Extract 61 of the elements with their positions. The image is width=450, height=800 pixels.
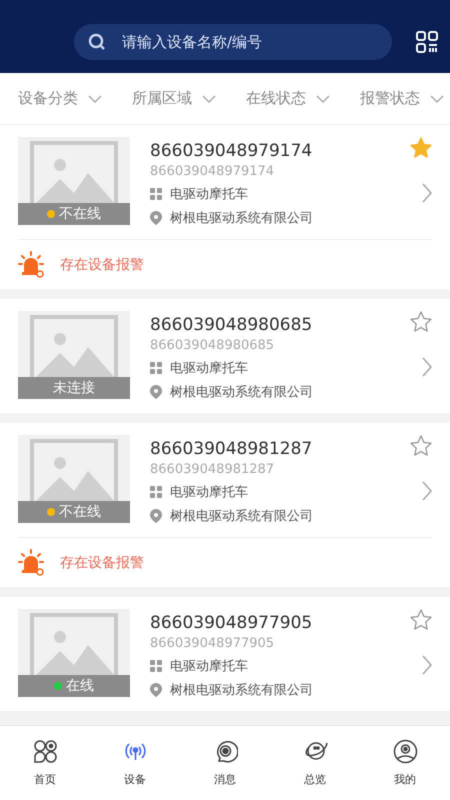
caret-icon (202, 94, 216, 102)
device-card[interactable]: 不在线 866039048979174 866039048979174 电驱动摩托车 树根电驱动系统有限公司 存在设备报警 (0, 125, 450, 289)
category-icon (150, 486, 162, 498)
status-text: 未连接 (53, 379, 95, 397)
device-code: 866039048977905 (150, 636, 274, 651)
location-pin-icon (150, 385, 162, 399)
device-name: 866039048980685 (150, 315, 312, 335)
device-code: 866039048980685 (150, 338, 274, 353)
qr-code-icon[interactable] (416, 30, 438, 52)
filter-dropdown[interactable]: 在线状态 (246, 89, 330, 108)
caret-icon (430, 94, 444, 102)
nav-tab[interactable]: 我的 (360, 726, 450, 800)
nav-tab[interactable]: 设备 (90, 726, 180, 800)
nav-tab[interactable]: 总览 (270, 726, 360, 800)
company-name: 树根电驱动系统有限公司 (170, 508, 313, 525)
status-text: 不在线 (59, 503, 101, 521)
category-icon (150, 362, 162, 374)
company-name: 树根电驱动系统有限公司 (170, 682, 313, 699)
star-icon[interactable] (410, 609, 432, 630)
category-icon (150, 188, 162, 200)
device-code: 866039048981287 (150, 462, 274, 477)
filter-dropdown[interactable]: 设备分类 (18, 89, 102, 108)
device-code: 866039048979174 (150, 164, 274, 179)
chevron-right-icon (422, 183, 432, 203)
device-type: 电驱动摩托车 (170, 360, 248, 377)
company-name: 树根电驱动系统有限公司 (170, 384, 313, 401)
filter-dropdown[interactable]: 报警状态 (360, 89, 444, 108)
device-name: 866039048981287 (150, 439, 312, 459)
category-icon (150, 660, 162, 672)
chevron-right-icon (422, 357, 432, 377)
location-pin-icon (150, 211, 162, 225)
location-pin-icon (150, 509, 162, 523)
star-icon[interactable] (410, 435, 432, 456)
device-name: 866039048979174 (150, 141, 312, 161)
nav-tab[interactable]: 消息 (180, 726, 270, 800)
device-type: 电驱动摩托车 (170, 186, 248, 203)
device-card[interactable]: 未连接 866039048980685 866039048980685 电驱动摩托车 树根电驱动系统有限公司 (0, 299, 450, 413)
device-type: 电驱动摩托车 (170, 484, 248, 501)
filter-dropdown[interactable]: 所属区域 (132, 89, 216, 108)
star-icon[interactable] (410, 137, 432, 158)
device-card[interactable]: 不在线 866039048981287 866039048981287 电驱动摩托车 树根电驱动系统有限公司 存在设备报警 (0, 423, 450, 587)
alarm-light-icon (18, 548, 46, 576)
nav-tab[interactable]: 首页 (0, 726, 90, 800)
caret-icon (88, 94, 102, 102)
device-card[interactable]: 在线 866039048977905 866039048977905 电驱动摩托车 树根电驱动系统有限公司 (0, 597, 450, 711)
location-pin-icon (150, 683, 162, 697)
chevron-right-icon (422, 481, 432, 501)
status-text: 不在线 (59, 205, 101, 223)
alarm-light-icon (18, 250, 46, 278)
caret-icon (316, 94, 330, 102)
company-name: 树根电驱动系统有限公司 (170, 210, 313, 227)
device-type: 电驱动摩托车 (170, 658, 248, 675)
star-icon[interactable] (410, 311, 432, 332)
chevron-right-icon (422, 655, 432, 675)
alarm-text: 存在设备报警 (60, 256, 144, 274)
home-icon (32, 739, 58, 764)
search-field[interactable]: 请输入设备名称/编号 (74, 24, 392, 60)
device-name: 866039048977905 (150, 613, 312, 633)
alarm-text: 存在设备报警 (60, 554, 144, 572)
status-text: 在线 (66, 677, 94, 695)
profile-icon (392, 739, 418, 764)
